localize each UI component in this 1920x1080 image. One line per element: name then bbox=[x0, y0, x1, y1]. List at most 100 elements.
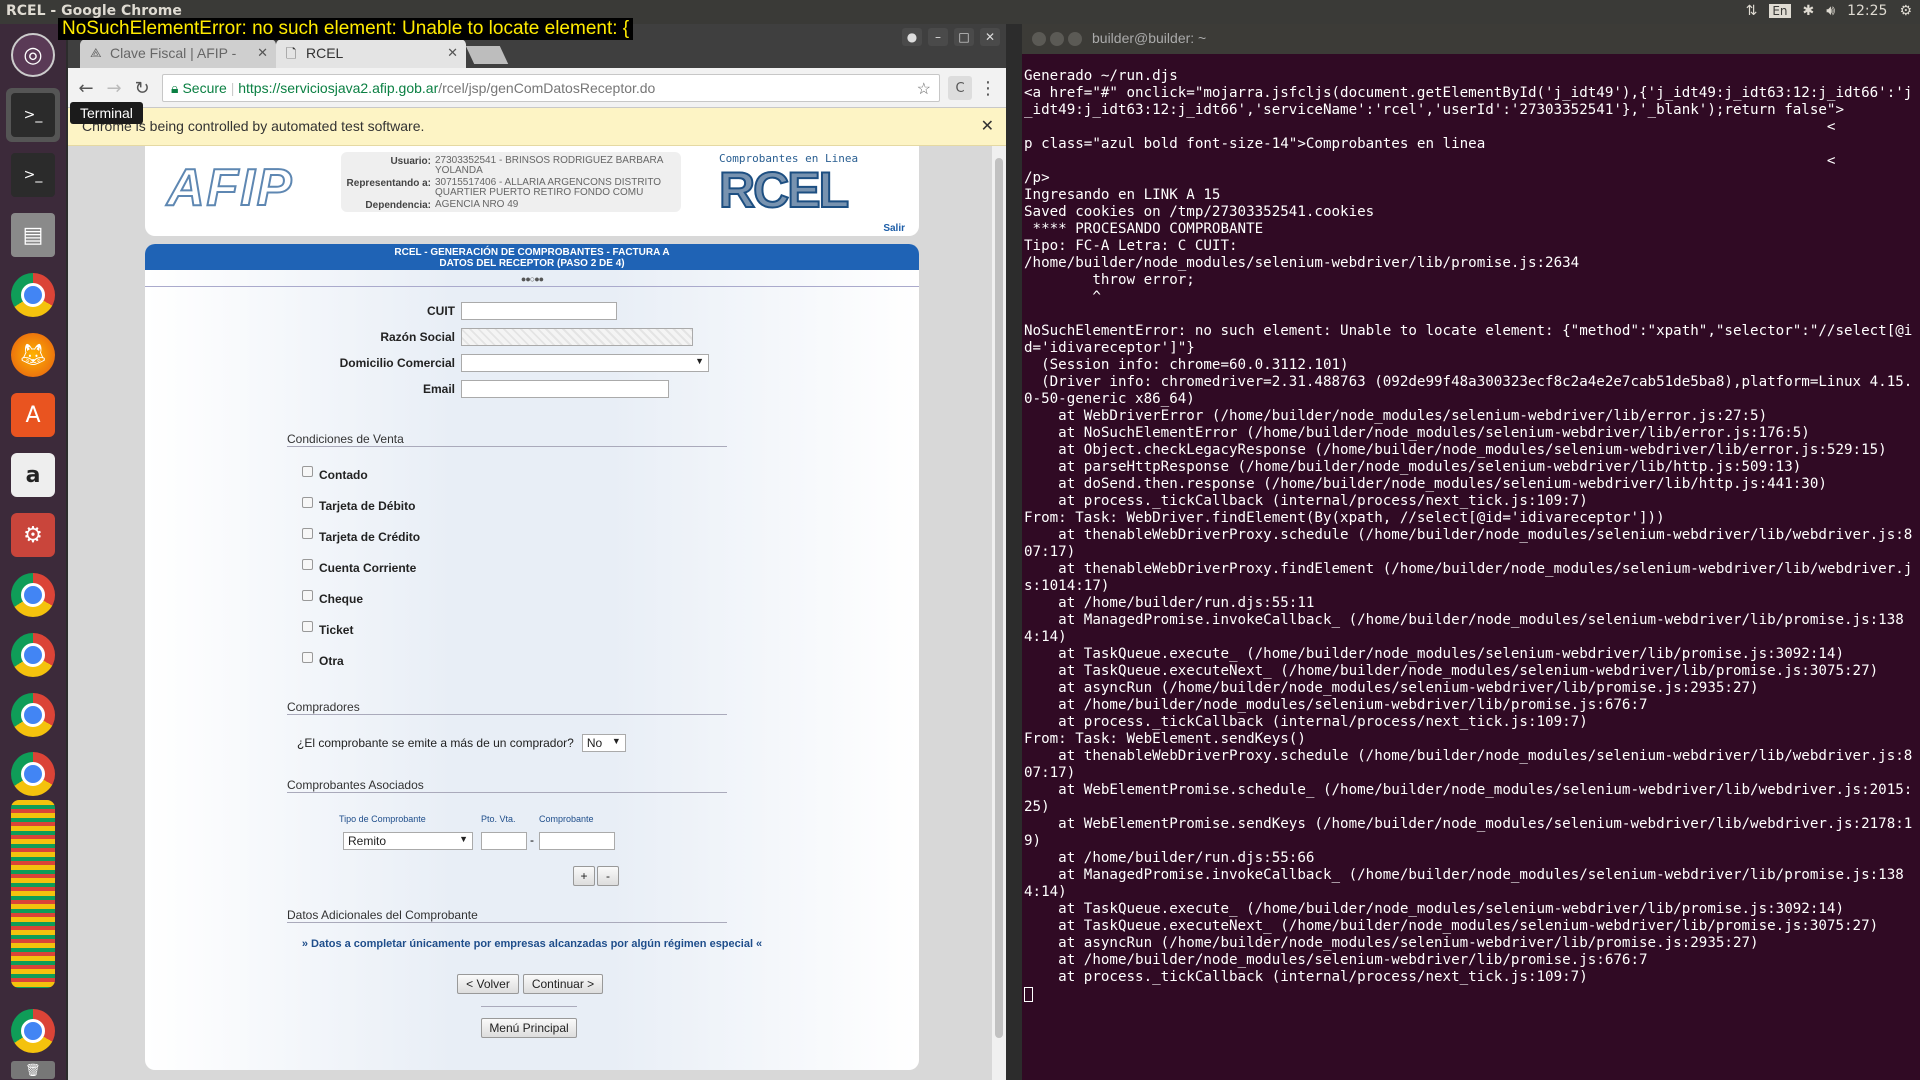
file-cabinet-icon: ▤ bbox=[11, 213, 55, 257]
page-scrollbar[interactable] bbox=[992, 146, 1006, 1080]
condicion-cuenta-corriente[interactable]: Cuenta Corriente bbox=[302, 558, 417, 575]
error-overlay-text: NoSuchElementError: no such element: Una… bbox=[58, 18, 634, 40]
continuar-button[interactable]: Continuar > bbox=[523, 974, 603, 994]
dependencia-label: Dependencia: bbox=[365, 200, 431, 211]
condiciones-section-title: Condiciones de Venta bbox=[287, 432, 727, 447]
representando-label: Representando a: bbox=[346, 178, 431, 189]
maximize-icon[interactable] bbox=[1068, 32, 1082, 46]
terminal-output[interactable]: Generado ~/run.djs <a href="#" onclick="… bbox=[1024, 68, 1916, 1078]
forward-arrow-icon[interactable]: → bbox=[102, 76, 126, 100]
datos-adicionales-link[interactable]: » Datos a completar únicamente por empre… bbox=[145, 938, 919, 950]
minimize-icon[interactable] bbox=[1050, 32, 1064, 46]
launcher-system-settings[interactable]: ⚙ bbox=[6, 508, 60, 562]
cuit-input[interactable] bbox=[461, 302, 617, 320]
launcher-files[interactable]: ▤ bbox=[6, 208, 60, 262]
comprobante-input[interactable] bbox=[539, 832, 615, 850]
volver-button[interactable]: < Volver bbox=[457, 974, 519, 994]
checkbox[interactable] bbox=[302, 620, 313, 632]
compradores-select[interactable]: No ▼ bbox=[581, 734, 626, 752]
network-icon[interactable]: ⇅ bbox=[1746, 3, 1758, 19]
usuario-value: 27303352541 - BRINSOS RODRIGUEZ BARBARA … bbox=[435, 155, 663, 176]
condicion-otra[interactable]: Otra bbox=[302, 651, 344, 668]
clock[interactable]: 12:25 bbox=[1847, 3, 1887, 19]
close-tab-icon[interactable]: ✕ bbox=[257, 45, 268, 61]
launcher-chrome-2[interactable] bbox=[6, 568, 60, 622]
keyboard-layout-indicator[interactable]: En bbox=[1769, 4, 1791, 18]
email-input[interactable] bbox=[461, 380, 669, 398]
window-title: RCEL - Google Chrome bbox=[6, 3, 182, 19]
bluetooth-icon[interactable]: ✱ bbox=[1803, 3, 1815, 19]
menu-principal-button[interactable]: Menú Principal bbox=[481, 1018, 577, 1038]
pto-vta-input[interactable] bbox=[481, 832, 527, 850]
chrome-icon bbox=[11, 1009, 55, 1053]
form-title: RCEL - GENERACIÓN DE COMPROBANTES - FACT… bbox=[394, 247, 670, 258]
software-center-icon: A bbox=[11, 393, 55, 437]
condicion-cheque[interactable]: Cheque bbox=[302, 589, 363, 606]
receptor-form: RCEL - GENERACIÓN DE COMPROBANTES - FACT… bbox=[145, 244, 919, 1070]
domicilio-select[interactable]: ▼ bbox=[461, 354, 709, 372]
stacked-chrome-icons bbox=[11, 800, 55, 988]
email-row: Email bbox=[265, 380, 669, 398]
launcher-chrome-1[interactable] bbox=[6, 268, 60, 322]
page-favicon-icon: 🗋︎ bbox=[286, 46, 297, 61]
automation-infobar: Chrome is being controlled by automated … bbox=[68, 108, 1006, 146]
checkbox[interactable] bbox=[302, 558, 313, 570]
launcher-chrome-active[interactable] bbox=[6, 1004, 60, 1058]
chrome-icon bbox=[11, 633, 55, 677]
launcher-software-center[interactable]: A bbox=[6, 388, 60, 442]
col-pto-vta: Pto. Vta. bbox=[481, 814, 516, 824]
launcher-trash[interactable]: 🗑︎ bbox=[6, 1060, 60, 1080]
bookmark-star-icon[interactable]: ☆ bbox=[917, 79, 931, 99]
asociados-section-title: Comprobantes Asociados bbox=[287, 778, 727, 793]
launcher-firefox[interactable]: 🦊︎ bbox=[6, 328, 60, 382]
launcher-terminal-1[interactable]: >_ bbox=[6, 88, 60, 142]
condicion-label: Cuenta Corriente bbox=[319, 561, 417, 575]
launcher-dash-button[interactable]: ◎ bbox=[6, 28, 60, 82]
tipo-comprobante-select[interactable]: Remito ▼ bbox=[343, 832, 473, 850]
chrome-icon bbox=[11, 573, 55, 617]
chrome-icon bbox=[11, 693, 55, 737]
terminal-window-controls bbox=[1032, 32, 1082, 46]
browser-toolbar: ← → ↻ 🔒︎ Secure | https://serviciosjava2.… bbox=[68, 68, 1006, 108]
close-window-icon[interactable]: ✕ bbox=[980, 28, 1000, 46]
checkbox[interactable] bbox=[302, 651, 313, 663]
minimize-icon[interactable]: – bbox=[928, 28, 948, 46]
condicion-ticket[interactable]: Ticket bbox=[302, 620, 354, 637]
settings-gear-icon[interactable]: ⚙ bbox=[1899, 3, 1912, 19]
add-row-button[interactable]: + bbox=[573, 866, 595, 886]
condicion-debito[interactable]: Tarjeta de Débito bbox=[302, 496, 415, 513]
launcher-terminal-2[interactable]: >_ bbox=[6, 148, 60, 202]
reload-icon[interactable]: ↻ bbox=[130, 76, 154, 100]
tab-clave-fiscal[interactable]: ⟁ Clave Fiscal | AFIP - ✕ bbox=[80, 39, 276, 68]
launcher-chrome-4[interactable] bbox=[6, 688, 60, 742]
close-window-icon[interactable] bbox=[1032, 32, 1046, 46]
volume-icon[interactable]: 🔊︎ bbox=[1826, 3, 1835, 19]
menu-kebab-icon[interactable]: ⋮ bbox=[976, 76, 1000, 100]
launcher-chrome-3[interactable] bbox=[6, 628, 60, 682]
tab-rcel[interactable]: 🗋︎ RCEL ✕ bbox=[276, 39, 466, 68]
checkbox[interactable] bbox=[302, 465, 313, 477]
profile-icon[interactable]: ● bbox=[902, 28, 922, 46]
unity-launcher: ◎ >_ >_ ▤ 🦊︎ A a ⚙ 🗑︎ bbox=[0, 24, 66, 1080]
condicion-contado[interactable]: Contado bbox=[302, 465, 368, 482]
remove-row-button[interactable]: - bbox=[597, 866, 619, 886]
back-arrow-icon[interactable]: ← bbox=[74, 76, 98, 100]
col-comprobante: Comprobante bbox=[539, 814, 594, 824]
close-tab-icon[interactable]: ✕ bbox=[447, 45, 458, 61]
close-infobar-icon[interactable]: ✕ bbox=[981, 116, 994, 136]
amazon-icon: a bbox=[11, 453, 55, 497]
checkbox[interactable] bbox=[302, 496, 313, 508]
address-bar[interactable]: 🔒︎ Secure | https://serviciosjava2.afip.g… bbox=[162, 74, 940, 102]
condicion-label: Ticket bbox=[319, 623, 354, 637]
new-tab-button[interactable] bbox=[465, 46, 509, 64]
scrollbar-thumb[interactable] bbox=[995, 158, 1003, 1038]
launcher-chrome-stack[interactable] bbox=[6, 748, 60, 988]
launcher-amazon[interactable]: a bbox=[6, 448, 60, 502]
condicion-credito[interactable]: Tarjeta de Crédito bbox=[302, 527, 420, 544]
checkbox[interactable] bbox=[302, 527, 313, 539]
extension-icon[interactable]: C bbox=[948, 76, 972, 100]
terminal-window: builder@builder: ~ Generado ~/run.djs <a… bbox=[1022, 24, 1920, 1080]
salir-link[interactable]: Salir bbox=[883, 223, 905, 234]
checkbox[interactable] bbox=[302, 589, 313, 601]
maximize-icon[interactable]: □ bbox=[954, 28, 974, 46]
